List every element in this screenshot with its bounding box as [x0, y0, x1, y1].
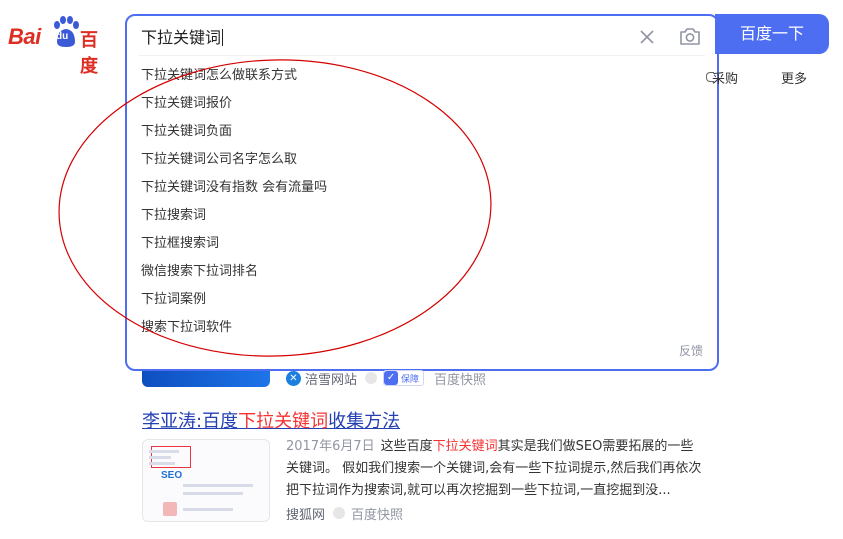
suggestion-item[interactable]: 搜索下拉词软件 [141, 314, 327, 342]
result-snippet: 2017年6月7日 这些百度下拉关键词其实是我们做SEO需要拓展的一些关键词。 假… [286, 436, 706, 502]
result-thumbnail[interactable] [142, 371, 270, 387]
check-icon: ✓ [384, 371, 399, 385]
suggestion-item[interactable]: 下拉关键词怎么做联系方式 [141, 62, 327, 90]
result-source-row: 搜狐网 百度快照 [286, 504, 403, 523]
feedback-link[interactable]: 反馈 [679, 342, 703, 359]
close-icon[interactable] [635, 25, 659, 49]
title-highlight: 下拉关键词 [238, 411, 329, 432]
nav-link-caigou[interactable]: 采购 [712, 68, 738, 87]
search-box[interactable]: 下拉关键词 下拉关键词怎么做联系方式 下拉关键词报价 下拉关键词负面 下拉关键词… [125, 14, 719, 371]
suggestion-item[interactable]: 下拉关键词报价 [141, 90, 327, 118]
logo-text-cn: 百度 [80, 30, 98, 77]
title-text: 李亚涛:百度 [142, 411, 239, 432]
input-divider [139, 55, 705, 56]
thumbnail-line [149, 462, 175, 465]
suggestion-item[interactable]: 下拉关键词没有指数 会有流量吗 [141, 174, 327, 202]
thumbnail-image [163, 502, 177, 516]
suggestion-item[interactable]: 下拉关键词负面 [141, 118, 327, 146]
guarantee-label: 保障 [401, 374, 420, 385]
result-thumbnail[interactable]: SEO [142, 439, 270, 522]
result-source[interactable]: 涪雪网站 [305, 369, 357, 388]
search-button[interactable]: 百度一下 [715, 14, 829, 54]
suggestion-item[interactable]: 下拉关键词公司名字怎么取 [141, 146, 327, 174]
suggestion-item[interactable]: 微信搜索下拉词排名 [141, 258, 327, 286]
result-title-link[interactable]: 李亚涛:百度下拉关键词收集方法 [142, 407, 400, 433]
suggestion-list: 下拉关键词怎么做联系方式 下拉关键词报价 下拉关键词负面 下拉关键词公司名字怎么… [141, 62, 327, 342]
baidu-logo[interactable]: Bai du 百度 [8, 16, 112, 77]
site-logo-icon: ✕ [286, 370, 301, 386]
text-caret [222, 29, 224, 46]
snippet-highlight: 下拉关键词 [432, 439, 498, 454]
thumbnail-line [183, 492, 243, 495]
logo-text-du: du [56, 31, 69, 42]
title-text: 收集方法 [328, 411, 401, 432]
thumbnail-line [183, 484, 253, 487]
more-options-icon[interactable] [333, 507, 346, 519]
suggestion-item[interactable]: 下拉搜索词 [141, 202, 327, 230]
thumbnail-line [183, 508, 233, 511]
search-query: 下拉关键词 [141, 28, 222, 47]
search-input[interactable]: 下拉关键词 [141, 26, 224, 50]
suggestion-item[interactable]: 下拉框搜索词 [141, 230, 327, 258]
nav-link-more[interactable]: 更多 [781, 68, 807, 87]
more-options-icon[interactable] [365, 372, 378, 384]
result-source-row: ✕ 涪雪网站 ✓ 保障 百度快照 [286, 369, 486, 388]
logo-text-bai: Bai [8, 24, 41, 49]
snippet-text: 这些百度 [380, 439, 433, 454]
camera-icon[interactable] [677, 24, 703, 50]
result-date: 2017年6月7日 [286, 439, 375, 454]
thumbnail-line [149, 450, 179, 453]
thumbnail-line [149, 456, 171, 459]
snapshot-link[interactable]: 百度快照 [351, 504, 403, 523]
snapshot-link[interactable]: 百度快照 [434, 369, 486, 388]
thumbnail-seo-text: SEO [161, 470, 183, 481]
result-source[interactable]: 搜狐网 [286, 504, 325, 523]
suggestion-item[interactable]: 下拉词案例 [141, 286, 327, 314]
guarantee-badge[interactable]: ✓ 保障 [383, 370, 425, 386]
